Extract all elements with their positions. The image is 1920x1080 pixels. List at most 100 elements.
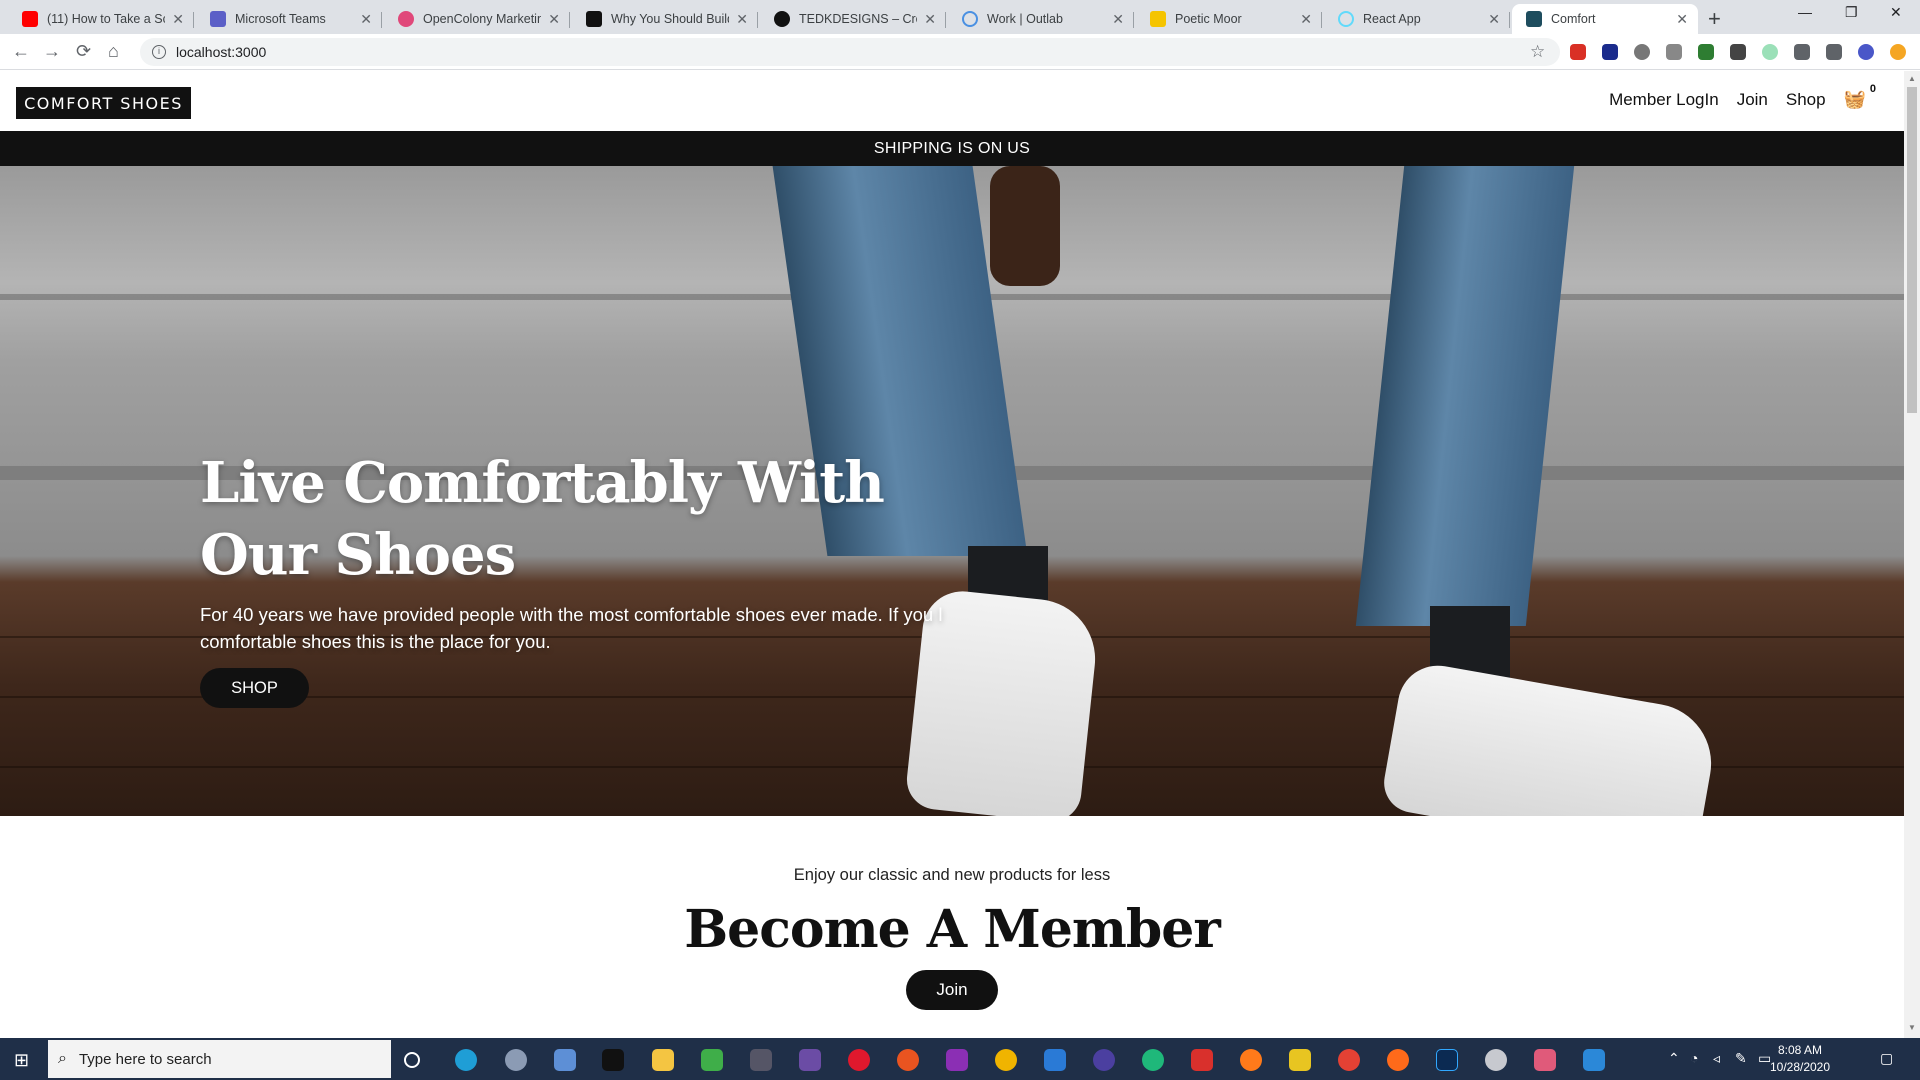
page-scrollbar[interactable]: ▲ ▼: [1904, 71, 1920, 1038]
reading-list-icon[interactable]: [1826, 44, 1842, 60]
app-icon[interactable]: [1387, 1049, 1409, 1071]
opencolony-icon: [398, 11, 414, 27]
profile-avatar[interactable]: [1858, 44, 1874, 60]
app-icon[interactable]: [701, 1049, 723, 1071]
framer-icon: [586, 11, 602, 27]
taskbar-search[interactable]: ⌕ Type here to search: [48, 1040, 391, 1078]
app-icon[interactable]: [750, 1049, 772, 1071]
member-title: Become A Member: [684, 899, 1221, 960]
extension-icon[interactable]: [1698, 44, 1714, 60]
forward-button[interactable]: →: [43, 41, 61, 62]
cart-button[interactable]: 🧺 0: [1844, 83, 1876, 110]
volume-icon[interactable]: ◃: [1713, 1050, 1720, 1067]
extension-icon[interactable]: [1666, 44, 1682, 60]
browser-tab-active[interactable]: Comfort ✕: [1512, 4, 1698, 34]
minimize-button[interactable]: —: [1798, 4, 1812, 20]
onenote-icon[interactable]: [946, 1049, 968, 1071]
app-icon[interactable]: [1583, 1049, 1605, 1071]
vscode-icon[interactable]: [1044, 1049, 1066, 1071]
site-info-icon[interactable]: i: [152, 45, 166, 59]
tab-title: TEDKDESIGNS – Creativ: [799, 12, 917, 26]
ubuntu-icon[interactable]: [897, 1049, 919, 1071]
tab-title: OpenColony Marketing: [423, 12, 541, 26]
close-tab-icon[interactable]: ✕: [1488, 11, 1500, 28]
shop-button[interactable]: SHOP: [200, 668, 309, 708]
home-button[interactable]: ⌂: [108, 41, 119, 62]
close-tab-icon[interactable]: ✕: [736, 11, 748, 28]
browser-tab[interactable]: Why You Should Build ✕: [572, 4, 758, 34]
app-icon[interactable]: [1142, 1049, 1164, 1071]
close-tab-icon[interactable]: ✕: [172, 11, 184, 28]
update-icon[interactable]: [1890, 44, 1906, 60]
close-tab-icon[interactable]: ✕: [1300, 11, 1312, 28]
app-icon[interactable]: [1191, 1049, 1213, 1071]
browser-tab[interactable]: TEDKDESIGNS – Creativ ✕: [760, 4, 946, 34]
maximize-button[interactable]: ❐: [1845, 4, 1858, 21]
photoshop-icon[interactable]: [1436, 1049, 1458, 1071]
member-login-link[interactable]: Member LogIn: [1609, 90, 1719, 110]
terminal-icon[interactable]: [602, 1049, 624, 1071]
browser-tab[interactable]: Microsoft Teams ✕: [196, 4, 382, 34]
app-icon[interactable]: [1534, 1049, 1556, 1071]
scroll-down-icon[interactable]: ▼: [1908, 1023, 1916, 1032]
puzzle-icon[interactable]: [1794, 44, 1810, 60]
close-tab-icon[interactable]: ✕: [548, 11, 560, 28]
extension-icon[interactable]: [1570, 44, 1586, 60]
new-tab-button[interactable]: +: [1708, 6, 1721, 32]
file-explorer-icon[interactable]: [652, 1049, 674, 1071]
notifications-icon[interactable]: ▢: [1880, 1050, 1893, 1067]
windows-taskbar: ⊞ ⌕ Type here to search ⌃ ◔ ◃ ✎ ▭ 8:08 A…: [0, 1038, 1920, 1080]
scroll-up-icon[interactable]: ▲: [1908, 74, 1916, 83]
app-icon[interactable]: [1485, 1049, 1507, 1071]
app-icon[interactable]: [995, 1049, 1017, 1071]
edge-icon[interactable]: [455, 1049, 477, 1071]
system-clock[interactable]: 8:08 AM 10/28/2020: [1765, 1042, 1835, 1076]
shop-link[interactable]: Shop: [1786, 90, 1826, 110]
cart-count-badge: 0: [1869, 83, 1876, 95]
bookmark-star-icon[interactable]: ☆: [1530, 42, 1545, 62]
site-nav-links: Member LogIn Join Shop 🧺 0: [1609, 83, 1876, 110]
extension-icon[interactable]: [1602, 44, 1618, 60]
back-button[interactable]: ←: [12, 41, 30, 62]
browser-tab[interactable]: React App ✕: [1324, 4, 1510, 34]
browser-tab[interactable]: Work | Outlab ✕: [948, 4, 1134, 34]
join-link[interactable]: Join: [1737, 90, 1768, 110]
sneaker-decoration: [1379, 659, 1721, 816]
extension-icon[interactable]: [1730, 44, 1746, 60]
app-icon[interactable]: [554, 1049, 576, 1071]
site-logo[interactable]: COMFORT SHOES: [16, 87, 191, 119]
firefox-icon[interactable]: [1240, 1049, 1262, 1071]
app-icon[interactable]: [1093, 1049, 1115, 1071]
close-tab-icon[interactable]: ✕: [924, 11, 936, 28]
close-tab-icon[interactable]: ✕: [1112, 11, 1124, 28]
network-icon[interactable]: ◔: [1690, 1050, 1698, 1066]
close-window-button[interactable]: ✕: [1890, 4, 1902, 21]
app-icon[interactable]: [505, 1049, 527, 1071]
cortana-icon[interactable]: [404, 1052, 420, 1068]
close-tab-icon[interactable]: ✕: [360, 11, 372, 28]
hero-subtitle-line: For 40 years we have provided people wit…: [200, 604, 943, 625]
site-header: COMFORT SHOES Member LogIn Join Shop 🧺 0: [0, 71, 1904, 131]
browser-toolbar: ← → ⟳ ⌂ i localhost:3000 ☆: [0, 34, 1920, 70]
hero-title: Live Comfortably With Our Shoes: [200, 450, 885, 588]
app-icon[interactable]: [799, 1049, 821, 1071]
opera-icon[interactable]: [848, 1049, 870, 1071]
scrollbar-thumb[interactable]: [1907, 87, 1917, 413]
browser-tab[interactable]: OpenColony Marketing ✕: [384, 4, 570, 34]
join-button[interactable]: Join: [906, 970, 998, 1010]
extension-icon[interactable]: [1634, 44, 1650, 60]
hero-content: Live Comfortably With Our Shoes For 40 y…: [200, 447, 980, 655]
windows-start-icon[interactable]: ⊞: [14, 1050, 29, 1071]
reload-button[interactable]: ⟳: [76, 41, 91, 62]
app-icon[interactable]: [1289, 1049, 1311, 1071]
tray-chevron-icon[interactable]: ⌃: [1668, 1050, 1680, 1067]
close-tab-icon[interactable]: ✕: [1676, 11, 1688, 28]
extension-icon[interactable]: [1762, 44, 1778, 60]
tab-title: Work | Outlab: [987, 12, 1063, 26]
hand-decoration: [990, 166, 1060, 286]
chrome-icon[interactable]: [1338, 1049, 1360, 1071]
address-bar[interactable]: i localhost:3000: [140, 38, 1560, 66]
browser-tab[interactable]: (11) How to Take a Scre ✕: [8, 4, 194, 34]
browser-tab[interactable]: Poetic Moor ✕: [1136, 4, 1322, 34]
pen-icon[interactable]: ✎: [1735, 1050, 1747, 1067]
